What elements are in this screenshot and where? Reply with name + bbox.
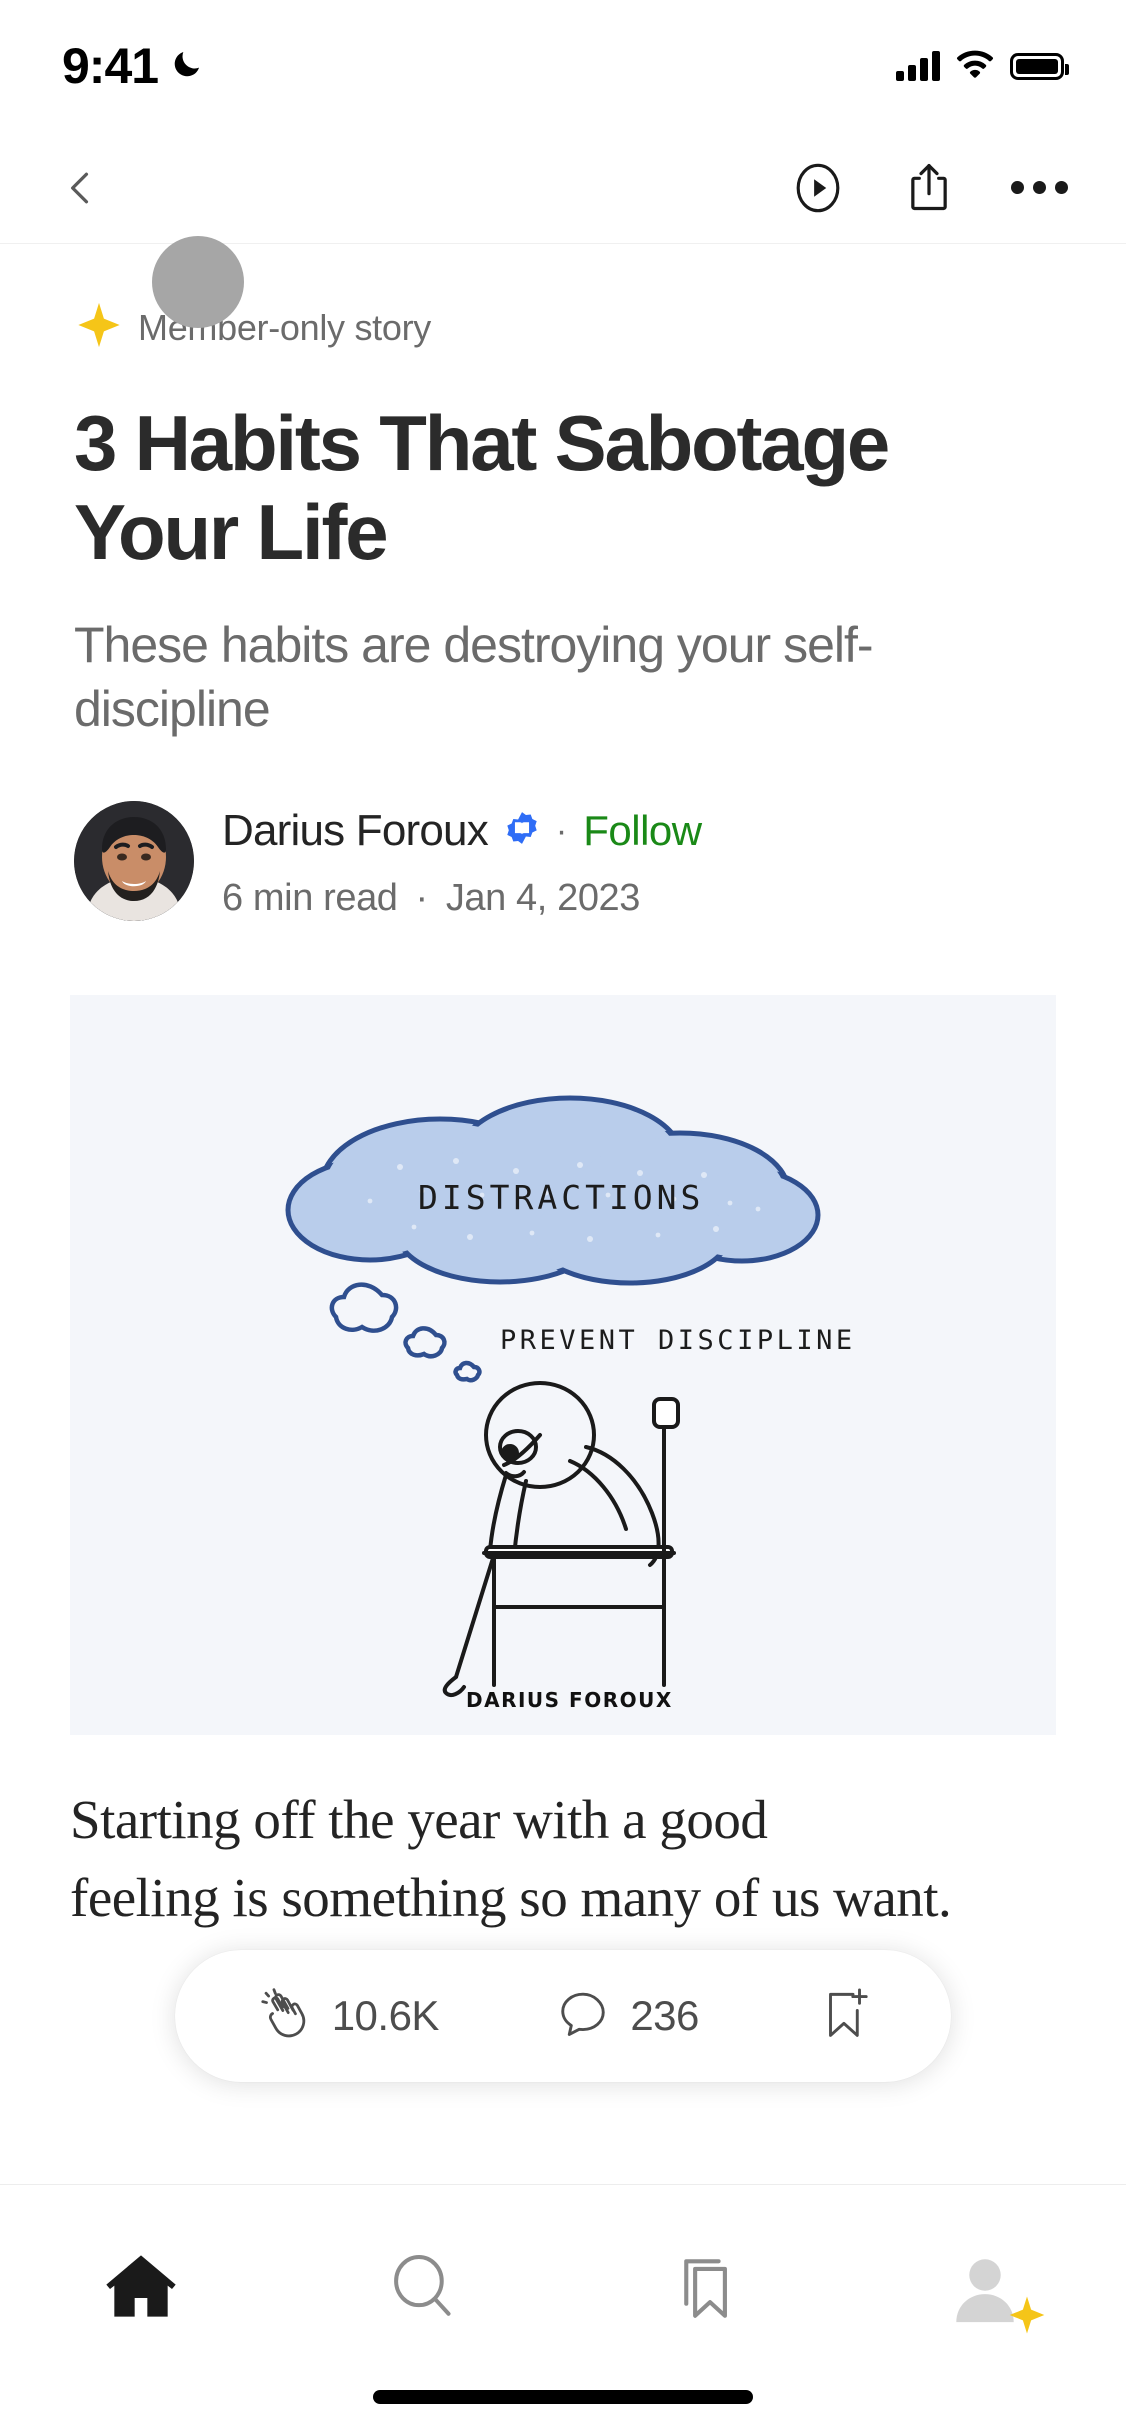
sidebar-item-home[interactable] bbox=[51, 2233, 231, 2343]
search-icon bbox=[385, 2249, 459, 2328]
navbar-actions bbox=[789, 159, 1068, 217]
article-container: Member-only story 3 Habits That Sabotage… bbox=[0, 236, 1126, 1937]
star-four-point-icon bbox=[74, 300, 124, 355]
follow-button[interactable]: Follow bbox=[583, 809, 702, 852]
wifi-icon bbox=[956, 49, 994, 84]
article-action-bar: 10.6K 236 bbox=[175, 1950, 951, 2082]
article-meta-line: 6 min read · Jan 4, 2023 bbox=[222, 879, 702, 917]
publish-date: Jan 4, 2023 bbox=[445, 876, 641, 919]
medium-article-screen: 9:41 Member-only story 3 Habits That Sab… bbox=[0, 0, 1126, 2436]
share-icon[interactable] bbox=[903, 160, 955, 216]
profile-avatar-icon bbox=[944, 2247, 1045, 2334]
more-horizontal-icon[interactable] bbox=[1011, 181, 1068, 194]
clap-button[interactable]: 10.6K bbox=[256, 1986, 439, 2047]
page-title: 3 Habits That Sabotage Your Life bbox=[74, 399, 890, 576]
status-bar: 9:41 bbox=[0, 0, 1126, 132]
body-line-1: Starting off the year with a good bbox=[70, 1788, 768, 1850]
sidebar-item-library[interactable] bbox=[614, 2233, 794, 2343]
sidebar-item-search[interactable] bbox=[332, 2233, 512, 2343]
hero-image[interactable]: DISTRACTIONS PREVENT DISCIPLINE DARIUS F… bbox=[70, 994, 1056, 1735]
navigation-bar bbox=[0, 132, 1126, 244]
play-circle-icon[interactable] bbox=[789, 159, 847, 217]
clap-count: 10.6K bbox=[331, 1992, 440, 2039]
status-time: 9:41 bbox=[62, 38, 159, 94]
cellular-signal-icon bbox=[896, 51, 940, 81]
battery-full-icon bbox=[1010, 52, 1069, 80]
avatar[interactable] bbox=[74, 800, 194, 921]
avatar-placeholder-blob bbox=[152, 236, 244, 328]
back-chevron-icon[interactable] bbox=[58, 166, 102, 210]
home-icon bbox=[101, 2246, 181, 2331]
verified-writer-badge-icon bbox=[504, 810, 540, 851]
comment-count: 236 bbox=[630, 1992, 699, 2039]
author-name-line: Darius Foroux · Follow bbox=[222, 808, 702, 853]
bookmark-add-icon bbox=[816, 1985, 870, 2048]
clap-icon bbox=[256, 1986, 312, 2047]
meta-separator: · bbox=[415, 876, 429, 919]
author-name[interactable]: Darius Foroux bbox=[222, 808, 489, 853]
article-subtitle: These habits are destroying your self-di… bbox=[74, 616, 874, 737]
svg-text:DISTRACTIONS: DISTRACTIONS bbox=[418, 1178, 704, 1217]
svg-text:PREVENT DISCIPLINE: PREVENT DISCIPLINE bbox=[500, 1325, 856, 1356]
status-bar-right bbox=[896, 49, 1069, 84]
comment-button[interactable]: 236 bbox=[556, 1987, 699, 2046]
article-body: Starting off the year with a good feelin… bbox=[0, 1735, 1126, 1937]
moon-icon bbox=[170, 47, 204, 86]
author-separator: · bbox=[555, 811, 568, 850]
star-four-point-icon bbox=[1006, 2294, 1048, 2341]
home-indicator bbox=[373, 2390, 753, 2404]
sidebar-item-profile[interactable] bbox=[895, 2233, 1075, 2343]
comment-icon bbox=[556, 1987, 610, 2046]
author-row: Darius Foroux · Follow 6 min read · Jan … bbox=[0, 741, 1126, 921]
svg-text:DARIUS FOROUX: DARIUS FOROUX bbox=[466, 1688, 673, 1712]
author-meta: Darius Foroux · Follow 6 min read · Jan … bbox=[222, 801, 702, 917]
bookmarks-icon bbox=[666, 2248, 742, 2329]
read-time: 6 min read bbox=[222, 876, 398, 919]
bookmark-button[interactable] bbox=[816, 1985, 870, 2048]
status-bar-left: 9:41 bbox=[62, 41, 204, 91]
body-line-2: feeling is something so many of us want. bbox=[70, 1866, 952, 1928]
member-only-badge-row: Member-only story bbox=[0, 236, 1126, 355]
